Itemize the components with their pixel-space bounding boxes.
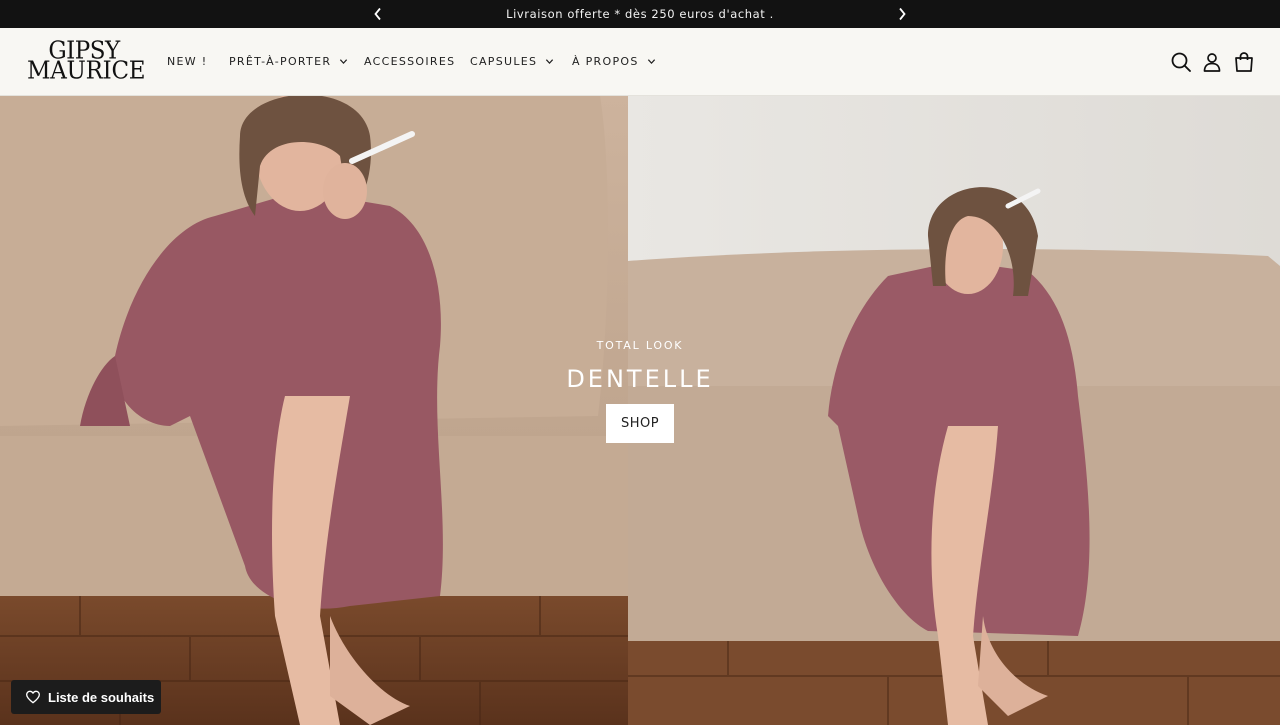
wishlist-label: Liste de souhaits <box>48 689 155 705</box>
chevron-down-icon <box>647 59 655 65</box>
chevron-down-icon <box>340 59 348 65</box>
account-icon[interactable] <box>1200 50 1224 74</box>
heart-icon <box>26 690 40 704</box>
nav-item-label: PRÊT-À-PORTER <box>229 55 332 68</box>
nav-item-accessoires[interactable]: ACCESSOIRES <box>364 55 455 68</box>
nav-item-label: ACCESSOIRES <box>364 55 456 68</box>
nav-item-label: À PROPOS <box>572 55 639 68</box>
brand-logo[interactable]: GIPSY MAURICE <box>27 39 146 85</box>
chevron-right-icon[interactable] <box>894 6 910 22</box>
logo-line-2: MAURICE <box>27 57 146 85</box>
shop-button[interactable]: SHOP <box>606 404 674 443</box>
hero-text-block: TOTAL LOOK DENTELLE SHOP <box>0 336 1280 443</box>
cart-icon[interactable] <box>1232 50 1256 74</box>
nav-item-capsules[interactable]: CAPSULES <box>470 55 554 68</box>
nav-item-new[interactable]: NEW ! <box>167 55 207 68</box>
nav-item-pret-a-porter[interactable]: PRÊT-À-PORTER <box>229 55 348 68</box>
nav-item-label: CAPSULES <box>470 55 538 68</box>
site-header: GIPSY MAURICE NEW ! PRÊT-À-PORTER ACCESS… <box>0 28 1280 96</box>
nav-item-label: NEW ! <box>167 55 208 68</box>
nav-item-a-propos[interactable]: À PROPOS <box>572 55 656 68</box>
announcement-bar: Livraison offerte * dès 250 euros d'acha… <box>0 0 1280 28</box>
hero-subtitle: TOTAL LOOK <box>596 339 684 352</box>
search-icon[interactable] <box>1169 50 1193 74</box>
chevron-down-icon <box>546 59 554 65</box>
announcement-text: Livraison offerte * dès 250 euros d'acha… <box>506 7 774 21</box>
hero-title: DENTELLE <box>566 365 714 393</box>
chevron-left-icon[interactable] <box>370 6 386 22</box>
hero-banner[interactable]: TOTAL LOOK DENTELLE SHOP <box>0 96 1280 725</box>
wishlist-button[interactable]: Liste de souhaits <box>11 680 161 714</box>
